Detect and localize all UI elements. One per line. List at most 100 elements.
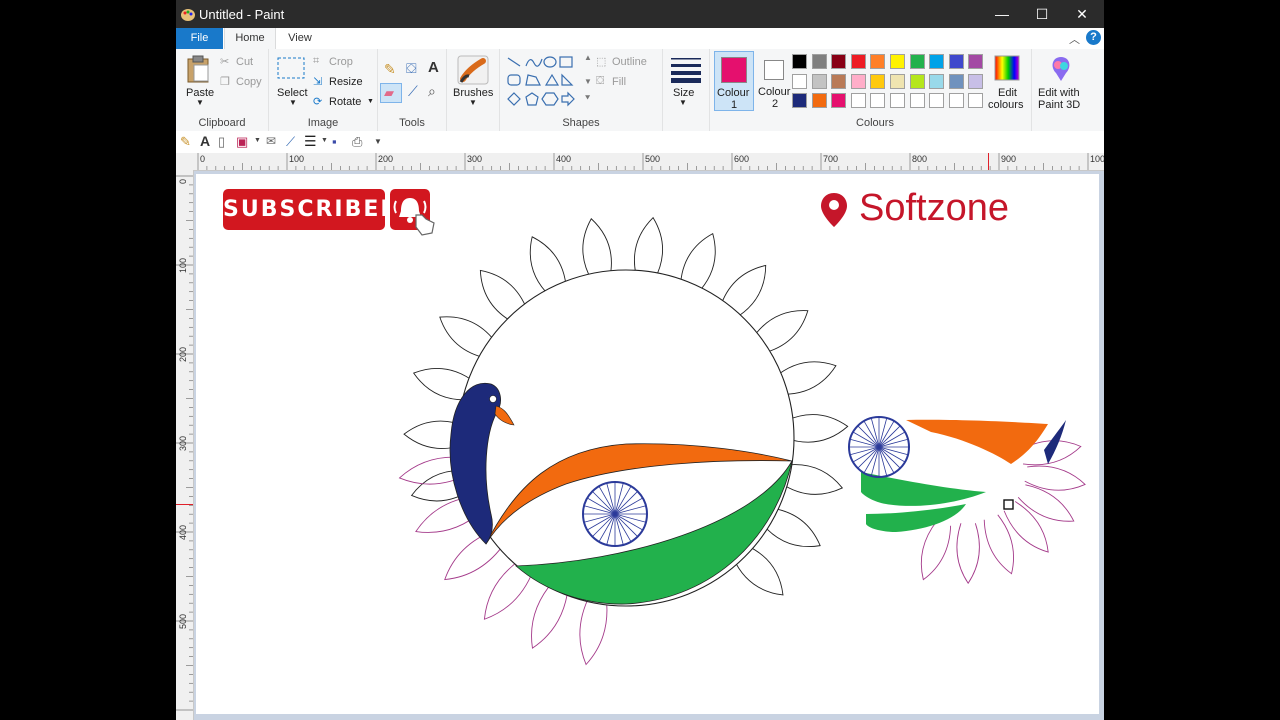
resize-button[interactable]: ⇲ Resize bbox=[313, 75, 373, 91]
palette-swatch[interactable] bbox=[831, 54, 847, 69]
cut-label: Cut bbox=[236, 56, 254, 68]
ruler-label: 0 bbox=[200, 154, 206, 164]
tab-view[interactable]: View bbox=[280, 28, 320, 49]
color-picker-icon[interactable]: ⟋ bbox=[286, 134, 295, 150]
palette-swatch[interactable] bbox=[850, 93, 866, 108]
palette-swatch[interactable] bbox=[850, 54, 866, 69]
crop-button[interactable]: ⌗ Crop bbox=[313, 55, 373, 71]
palette-swatch[interactable] bbox=[870, 54, 886, 69]
colour1-button[interactable]: Colour 1 bbox=[714, 51, 754, 111]
lotus-petal bbox=[983, 514, 1014, 575]
text-tool-icon[interactable]: A bbox=[200, 133, 210, 149]
pencil-icon[interactable]: ✎ bbox=[180, 134, 191, 150]
outline-button[interactable]: ⬚ Outline bbox=[596, 55, 660, 71]
print-icon[interactable]: ⎙ bbox=[352, 134, 362, 150]
shapes-expand-icon[interactable]: ⯆ bbox=[584, 93, 591, 104]
clipboard-group: Paste ▼ ✂ Cut ❐ Copy Clipboard bbox=[176, 49, 269, 131]
magnifier-icon[interactable]: ⌕ bbox=[428, 83, 436, 100]
close-button[interactable]: ✕ bbox=[1062, 0, 1102, 28]
chevron-down-icon: ▼ bbox=[469, 98, 477, 107]
fill-button[interactable]: ⛋ Fill bbox=[596, 75, 660, 91]
palette-swatch[interactable] bbox=[811, 73, 827, 89]
paint-window: Untitled - Paint — ☐ ✕ File Home View ︿ … bbox=[176, 0, 1104, 720]
resize-icon: ⇲ bbox=[313, 76, 323, 88]
eraser-tool-button[interactable]: ▰ bbox=[380, 83, 402, 103]
drawing-canvas[interactable]: SUBSCRIBED Softzone bbox=[196, 174, 1099, 714]
rainbow-palette-icon bbox=[994, 55, 1020, 81]
colours-group-label: Colours bbox=[856, 117, 894, 129]
paste-icon bbox=[187, 55, 209, 83]
rotate-button[interactable]: ⟳ Rotate ▼ bbox=[313, 95, 374, 111]
title-bar[interactable]: Untitled - Paint — ☐ ✕ bbox=[176, 0, 1104, 28]
colour2-button[interactable]: Colour 2 bbox=[754, 51, 794, 111]
chevron-down-icon: ▼ bbox=[196, 98, 204, 107]
palette-swatch[interactable] bbox=[792, 54, 807, 69]
size-button[interactable]: Size ▼ bbox=[667, 53, 705, 113]
cursor-position-marker bbox=[988, 153, 989, 170]
cut-button[interactable]: ✂ Cut bbox=[220, 55, 264, 71]
palette-swatch[interactable] bbox=[968, 93, 984, 108]
save-icon[interactable]: ▪ bbox=[332, 134, 337, 149]
shapes-gallery[interactable] bbox=[506, 55, 586, 109]
resize-handle[interactable] bbox=[1003, 499, 1014, 510]
image-group: Select ▼ ⌗ Crop ⇲ Resize ⟳ Rotate ▼ Imag… bbox=[269, 49, 378, 131]
text-tool-icon[interactable]: A bbox=[428, 59, 439, 76]
line-size-icon[interactable]: ☰ bbox=[304, 133, 317, 150]
shapes-scroll-up-icon[interactable]: ▲ bbox=[584, 53, 592, 62]
palette-swatch[interactable] bbox=[948, 73, 964, 89]
minimize-button[interactable]: — bbox=[982, 0, 1022, 28]
palette-swatch[interactable] bbox=[890, 54, 905, 69]
palette-swatch[interactable] bbox=[929, 54, 945, 69]
palette-swatch[interactable] bbox=[811, 93, 827, 108]
edit-colours-button[interactable]: Edit colours bbox=[986, 53, 1030, 113]
ruler-label: 300 bbox=[467, 154, 483, 164]
help-icon[interactable]: ? bbox=[1086, 30, 1101, 45]
palette-swatch[interactable] bbox=[909, 73, 925, 89]
palette-swatch[interactable] bbox=[948, 93, 964, 108]
collapse-ribbon-icon[interactable]: ︿ bbox=[1069, 31, 1080, 47]
palette-swatch[interactable] bbox=[792, 73, 807, 89]
palette-swatch[interactable] bbox=[831, 93, 847, 108]
customize-toolbar-icon[interactable]: ▼ bbox=[374, 137, 382, 146]
palette-swatch[interactable] bbox=[968, 73, 984, 89]
maximize-button[interactable]: ☐ bbox=[1022, 0, 1062, 28]
pencil-icon[interactable]: ✎ bbox=[384, 61, 396, 78]
envelope-icon[interactable]: ✉ bbox=[266, 134, 276, 148]
palette-swatch[interactable] bbox=[831, 73, 847, 89]
chevron-down-icon[interactable]: ▼ bbox=[321, 137, 328, 144]
palette-swatch[interactable] bbox=[850, 73, 866, 89]
ruler-label: 400 bbox=[556, 154, 572, 164]
chevron-down-icon[interactable]: ▼ bbox=[254, 137, 261, 144]
edit-with-paint3d-button[interactable]: Edit with Paint 3D bbox=[1034, 53, 1090, 113]
palette-swatch[interactable] bbox=[909, 93, 925, 108]
palette-swatch[interactable] bbox=[929, 73, 945, 89]
palette-swatch[interactable] bbox=[870, 73, 886, 89]
palette-swatch[interactable] bbox=[968, 54, 984, 69]
shapes-scroll-down-icon[interactable]: ▼ bbox=[584, 77, 592, 86]
palette-swatch[interactable] bbox=[890, 93, 905, 108]
palette-swatch[interactable] bbox=[811, 54, 827, 69]
lotus-petal bbox=[1024, 465, 1086, 491]
new-page-icon[interactable]: ▯ bbox=[218, 134, 225, 150]
palette-swatch[interactable] bbox=[792, 93, 807, 108]
palette-swatch[interactable] bbox=[890, 73, 905, 89]
copy-button[interactable]: ❐ Copy bbox=[220, 75, 264, 91]
palette-swatch[interactable] bbox=[948, 54, 964, 69]
ruler-label: 300 bbox=[178, 435, 188, 451]
canvas-workspace[interactable]: SUBSCRIBED Softzone bbox=[194, 171, 1104, 720]
color-picker-icon[interactable]: ⟋ bbox=[408, 83, 418, 100]
tab-file[interactable]: File bbox=[176, 28, 223, 49]
paste-button[interactable]: Paste ▼ bbox=[182, 53, 216, 111]
palette-swatch[interactable] bbox=[870, 93, 886, 108]
palette-swatch[interactable] bbox=[909, 54, 925, 69]
colour1-number: 1 bbox=[731, 99, 738, 111]
fill-bucket-icon[interactable]: ⛋ bbox=[406, 60, 417, 77]
window-title: Untitled - Paint bbox=[199, 7, 285, 22]
fill-label: Fill bbox=[612, 76, 627, 88]
tab-home[interactable]: Home bbox=[224, 28, 276, 50]
brushes-button[interactable]: Brushes ▼ bbox=[451, 53, 495, 113]
fill-icon[interactable]: ▣ bbox=[236, 134, 248, 150]
palette-swatch[interactable] bbox=[929, 93, 945, 108]
outline-icon: ⬚ bbox=[596, 56, 607, 68]
select-button[interactable]: Select ▼ bbox=[273, 53, 309, 111]
